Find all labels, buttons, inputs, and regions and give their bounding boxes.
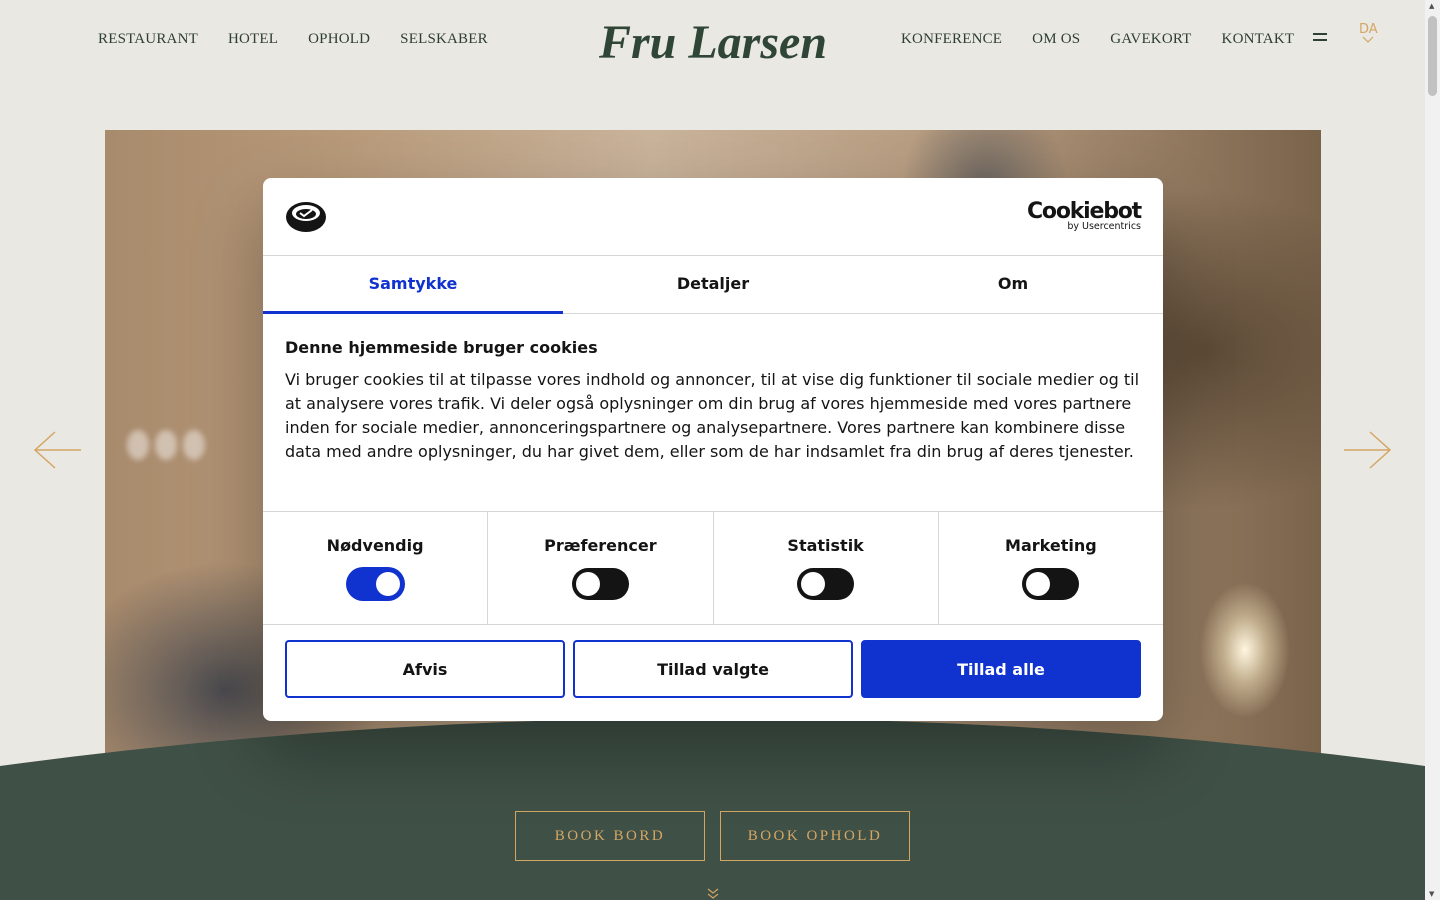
allow-selected-button[interactable]: Tillad valgte	[573, 640, 853, 698]
language-selector[interactable]: DA	[1359, 22, 1378, 46]
nav-restaurant[interactable]: RESTAURANT	[98, 31, 198, 48]
wall-lamp	[127, 430, 149, 460]
site-header: RESTAURANT HOTEL OPHOLD SELSKABER Fru La…	[0, 0, 1425, 90]
dialog-heading: Denne hjemmeside bruger cookies	[285, 338, 598, 357]
toggle-cell-marketing: Marketing	[939, 512, 1163, 624]
marketing-toggle[interactable]	[1022, 568, 1080, 600]
toggle-label: Marketing	[1005, 536, 1097, 555]
consent-toggles: Nødvendig Præferencer Statistik Marketin…	[263, 511, 1163, 625]
dialog-actions: Afvis Tillad valgte Tillad alle	[263, 625, 1163, 713]
tab-om[interactable]: Om	[863, 256, 1163, 313]
nav-om-os[interactable]: OM OS	[1032, 31, 1080, 48]
carousel-next-arrow-icon[interactable]	[1342, 430, 1392, 470]
scroll-down-arrow-icon[interactable]: ▼	[1429, 890, 1434, 898]
preferences-toggle[interactable]	[571, 568, 629, 600]
wall-lamp	[183, 430, 205, 460]
logo[interactable]: Fru Larsen	[598, 8, 828, 72]
book-table-button[interactable]: BOOK BORD	[515, 811, 705, 861]
wall-lamp	[155, 430, 177, 460]
cookie-consent-dialog: Cookiebot by Usercentrics Samtykke Detal…	[263, 178, 1163, 721]
toggle-cell-statistics: Statistik	[714, 512, 939, 624]
dialog-description: Vi bruger cookies til at tilpasse vores …	[285, 370, 1140, 461]
tab-samtykke[interactable]: Samtykke	[263, 256, 563, 314]
page-scrollbar[interactable]: ▲ ▼	[1425, 0, 1440, 900]
nav-konference[interactable]: KONFERENCE	[901, 31, 1002, 48]
statistics-toggle[interactable]	[797, 568, 855, 600]
book-stay-button[interactable]: BOOK OPHOLD	[720, 811, 910, 861]
cookiebot-brand[interactable]: Cookiebot by Usercentrics	[1027, 200, 1142, 232]
toggle-cell-necessary: Nødvendig	[263, 512, 489, 624]
toggle-label: Statistik	[787, 536, 864, 555]
dialog-tabs: Samtykke Detaljer Om	[263, 256, 1163, 314]
dialog-body: Denne hjemmeside bruger cookies Vi bruge…	[263, 314, 1163, 511]
booking-section-bg	[0, 718, 1425, 900]
carousel-prev-arrow-icon[interactable]	[33, 430, 83, 470]
tab-detaljer[interactable]: Detaljer	[563, 256, 863, 313]
logo-text: Fru Larsen	[598, 16, 827, 69]
toggle-cell-preferences: Præferencer	[488, 512, 714, 624]
main-nav-right: KONFERENCE OM OS GAVEKORT KONTAKT	[901, 31, 1294, 48]
nav-gavekort[interactable]: GAVEKORT	[1110, 31, 1191, 48]
necessary-toggle[interactable]	[346, 568, 404, 600]
cookiebot-logo-icon	[286, 202, 326, 232]
scroll-up-icon[interactable]: ▲	[1429, 2, 1434, 10]
nav-kontakt[interactable]: KONTAKT	[1222, 31, 1295, 48]
toggle-label: Nødvendig	[326, 536, 424, 555]
scroll-down-icon[interactable]	[706, 886, 720, 900]
nav-hotel[interactable]: HOTEL	[228, 31, 278, 48]
dialog-header: Cookiebot by Usercentrics	[263, 178, 1163, 256]
hamburger-menu-icon[interactable]	[1313, 33, 1331, 47]
nav-ophold[interactable]: OPHOLD	[308, 31, 370, 48]
allow-all-button[interactable]: Tillad alle	[861, 640, 1141, 698]
deny-button[interactable]: Afvis	[285, 640, 565, 698]
toggle-label: Præferencer	[544, 536, 657, 555]
nav-selskaber[interactable]: SELSKABER	[400, 31, 488, 48]
scrollbar-thumb[interactable]	[1428, 16, 1437, 96]
main-nav-left: RESTAURANT HOTEL OPHOLD SELSKABER	[98, 31, 488, 48]
